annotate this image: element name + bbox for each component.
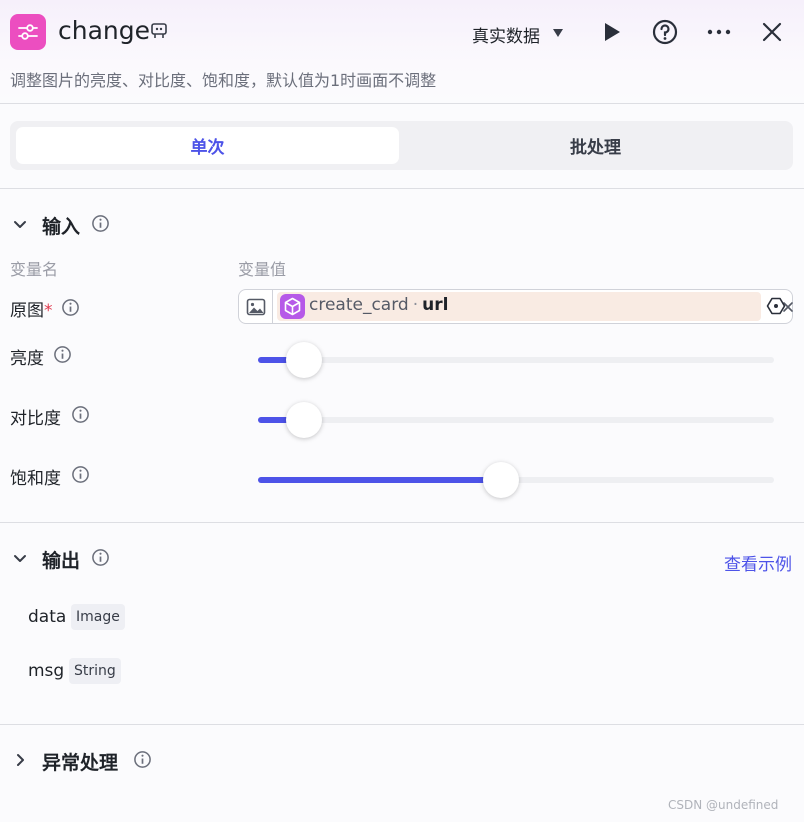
param-label-brightness: 亮度 [10, 349, 44, 369]
type-badge: Image [71, 604, 125, 630]
node-type-icon [10, 14, 46, 50]
contrast-slider[interactable] [258, 402, 774, 438]
data-mode-select[interactable]: 真实数据 [472, 22, 540, 47]
tab-batch[interactable]: 批处理 [404, 127, 787, 164]
image-icon[interactable] [246, 297, 266, 317]
node-description: 调整图片的亮度、对比度、饱和度，默认值为1时画面不调整 [10, 71, 437, 90]
reference-separator: · [412, 295, 419, 315]
input-section-title[interactable]: 输入 [42, 212, 80, 239]
watermark: CSDN @undefined [668, 798, 779, 812]
required-mark: * [44, 301, 53, 321]
slider-thumb[interactable] [286, 342, 322, 378]
param-label-saturation: 饱和度 [10, 469, 61, 489]
tab-single[interactable]: 单次 [16, 127, 399, 164]
type-badge: String [69, 658, 121, 684]
info-icon[interactable] [133, 750, 152, 769]
variable-icon[interactable] [766, 296, 786, 316]
param-label-contrast: 对比度 [10, 409, 61, 429]
output-divider [0, 724, 804, 725]
chevron-right-icon[interactable] [12, 752, 28, 768]
chevron-down-icon[interactable] [12, 551, 28, 567]
info-icon[interactable] [71, 405, 90, 424]
header-divider [0, 103, 804, 104]
close-icon[interactable] [758, 18, 786, 46]
sliders-icon [18, 24, 38, 40]
info-icon[interactable] [71, 465, 90, 484]
reference-key: url [422, 295, 449, 315]
info-icon[interactable] [53, 345, 72, 364]
edit-icon[interactable] [150, 22, 168, 40]
reference-text: create_card · url [309, 295, 448, 315]
play-icon[interactable] [598, 18, 626, 46]
view-example-link[interactable]: 查看示例 [724, 550, 792, 575]
column-header-value: 变量值 [238, 260, 287, 279]
info-icon[interactable] [91, 214, 110, 233]
param-label-source-image: 原图* [10, 301, 53, 321]
cube-icon [284, 297, 301, 316]
saturation-slider[interactable] [258, 462, 774, 498]
column-header-name: 变量名 [10, 260, 59, 279]
info-icon[interactable] [91, 548, 110, 567]
caret-down-icon[interactable] [552, 28, 564, 38]
slider-thumb[interactable] [286, 402, 322, 438]
referenced-node-icon [280, 294, 305, 319]
output-name-data: data [28, 607, 67, 627]
slider-fill [258, 477, 501, 483]
input-divider [0, 522, 804, 523]
node-title[interactable]: change [58, 16, 150, 45]
chevron-down-icon[interactable] [12, 217, 28, 233]
brightness-slider[interactable] [258, 342, 774, 378]
help-icon[interactable] [651, 18, 679, 46]
more-icon[interactable] [705, 18, 733, 46]
reference-node-name: create_card [309, 295, 409, 315]
source-image-reference-field[interactable]: create_card · url [238, 289, 793, 324]
field-separator [272, 290, 273, 323]
variable-reference-chip[interactable]: create_card · url [277, 292, 793, 321]
tabs-divider [0, 188, 804, 189]
run-mode-tabs: 单次 批处理 [10, 121, 793, 170]
node-header: change 真实数据 调整图片的亮度、对比度、饱和度，默认值为1时画面不调整 [0, 0, 804, 104]
slider-thumb[interactable] [483, 462, 519, 498]
info-icon[interactable] [61, 298, 80, 317]
output-section-title[interactable]: 输出 [42, 546, 80, 573]
error-handling-section-title[interactable]: 异常处理 [42, 748, 118, 775]
output-name-msg: msg [28, 661, 65, 681]
